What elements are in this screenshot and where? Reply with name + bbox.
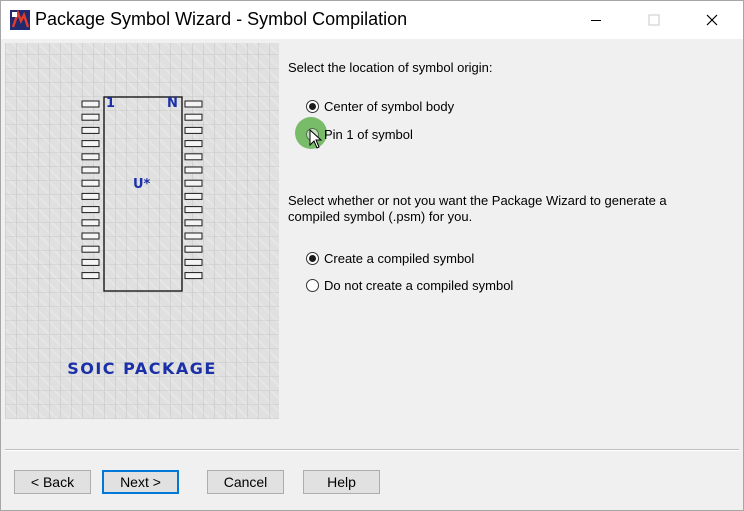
back-button[interactable]: < Back (14, 470, 91, 494)
next-button[interactable]: Next > (102, 470, 179, 494)
radio-create-compiled[interactable]: Create a compiled symbol (306, 251, 474, 266)
minimize-button[interactable] (573, 1, 619, 39)
chip-pin (184, 153, 203, 161)
chip-pin (184, 126, 203, 134)
radio-button[interactable] (306, 252, 319, 265)
maximize-button (631, 1, 677, 39)
chip-pin (81, 126, 100, 134)
pinN-label: N (167, 96, 178, 111)
radio-label: Pin 1 of symbol (324, 127, 413, 142)
radio-label: Create a compiled symbol (324, 251, 475, 266)
pin1-label: 1 (106, 96, 115, 111)
help-button[interactable]: Help (303, 470, 380, 494)
radio-center-of-body[interactable]: Center of symbol body (306, 99, 454, 114)
chip-pin (81, 206, 100, 214)
footer-separator (5, 449, 739, 451)
soic-chip-diagram: 1 N U* (81, 96, 203, 292)
chip-pin (81, 258, 100, 266)
compile-prompt-line1: Select whether or not you want the Packa… (288, 193, 667, 208)
chip-pin (184, 179, 203, 187)
cancel-button[interactable]: Cancel (207, 470, 284, 494)
chip-pin (81, 232, 100, 240)
chip-pin (184, 100, 203, 108)
radio-button[interactable] (306, 100, 319, 113)
chip-pin (184, 258, 203, 266)
maximize-icon (648, 14, 660, 26)
title-bar: Package Symbol Wizard - Symbol Compilati… (1, 1, 743, 39)
chip-pin (184, 219, 203, 227)
chip-pin (81, 179, 100, 187)
radio-button[interactable] (306, 279, 319, 292)
wizard-window: Package Symbol Wizard - Symbol Compilati… (0, 0, 744, 511)
chip-pin (81, 245, 100, 253)
chip-pin (184, 166, 203, 174)
chip-pin (81, 140, 100, 148)
chip-pin (81, 192, 100, 200)
chip-pin (81, 113, 100, 121)
chip-pin (184, 113, 203, 121)
radio-label: Do not create a compiled symbol (324, 278, 514, 293)
close-icon (706, 14, 718, 26)
package-label: SOIC PACKAGE (67, 359, 217, 378)
window-title: Package Symbol Wizard - Symbol Compilati… (35, 9, 408, 29)
chip-pin (184, 140, 203, 148)
chip-pin (81, 100, 100, 108)
chip-pin (184, 245, 203, 253)
package-illustration: 1 N U* SOIC PACKAGE (5, 43, 279, 419)
close-button[interactable] (689, 1, 735, 39)
wizard-client: 1 N U* SOIC PACKAGE Select the location … (3, 39, 741, 510)
chip-pin (81, 272, 100, 280)
chip-pin (81, 219, 100, 227)
radio-do-not-create[interactable]: Do not create a compiled symbol (306, 278, 513, 293)
chip-pin (184, 272, 203, 280)
refdes-label: U* (133, 177, 151, 192)
chip-pin (184, 232, 203, 240)
chip-pin (81, 153, 100, 161)
app-icon (10, 9, 30, 30)
chip-pin (184, 206, 203, 214)
chip-pin (184, 192, 203, 200)
compile-prompt-line2: compiled symbol (.psm) for you. (288, 209, 473, 224)
chip-pin (81, 166, 100, 174)
radio-label: Center of symbol body (324, 99, 455, 114)
minimize-icon (591, 20, 601, 21)
origin-prompt: Select the location of symbol origin: (288, 60, 493, 75)
mouse-cursor-icon (309, 129, 323, 149)
